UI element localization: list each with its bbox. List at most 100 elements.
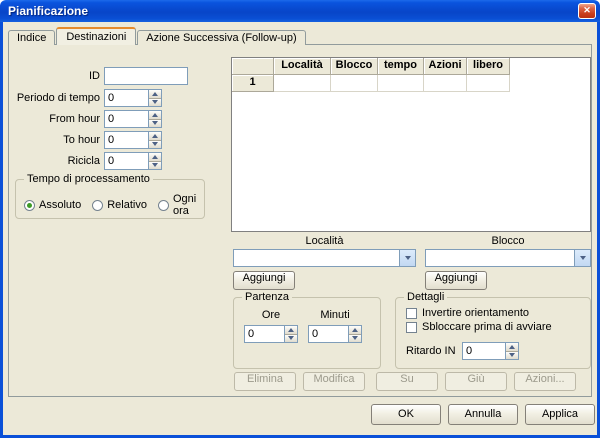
azioni-button[interactable]: Azioni... <box>514 372 576 391</box>
spin-up-button[interactable] <box>506 343 518 352</box>
periodo-di-tempo-label: Periodo di tempo <box>15 89 100 107</box>
arrow-down-icon <box>288 336 294 340</box>
spin-up-button[interactable] <box>149 90 161 99</box>
window-title: Pianificazione <box>0 4 88 18</box>
ricicla-label: Ricicla <box>15 152 100 170</box>
giu-button[interactable]: Giù <box>445 372 507 391</box>
tab-azione-successiva[interactable]: Azione Successiva (Follow-up) <box>137 30 305 45</box>
arrow-down-icon <box>152 100 158 104</box>
tempo-di-processamento-group: Tempo di processamento Assoluto Relativo <box>15 179 205 219</box>
cell-azioni[interactable] <box>424 75 467 92</box>
from-hour-input[interactable] <box>104 110 148 128</box>
sbloccare-prima-label: Sbloccare prima di avviare <box>422 321 552 333</box>
grid-corner-cell <box>232 58 274 75</box>
periodo-di-tempo-input[interactable] <box>104 89 148 107</box>
radio-ogni-ora-label: Ogni ora <box>173 193 196 217</box>
to-hour-input[interactable] <box>104 131 148 149</box>
spin-down-button[interactable] <box>149 141 161 149</box>
from-hour-label: From hour <box>15 110 100 128</box>
spin-up-button[interactable] <box>149 111 161 120</box>
ore-spinner <box>244 325 298 343</box>
blocco-picker-label: Blocco <box>425 235 591 248</box>
dialog-frame: Indice Destinazioni Azione Successiva (F… <box>0 22 600 438</box>
arrow-down-icon <box>352 336 358 340</box>
titlebar[interactable]: Pianificazione ✕ <box>0 0 600 22</box>
dropdown-button[interactable] <box>399 250 415 266</box>
invertire-orientamento-checkbox[interactable]: Invertire orientamento <box>406 307 529 319</box>
table-row[interactable]: 1 <box>232 75 590 92</box>
applica-button[interactable]: Applica <box>525 404 595 425</box>
arrow-up-icon <box>288 328 294 332</box>
ore-input[interactable] <box>244 325 284 343</box>
id-input[interactable] <box>104 67 188 85</box>
id-label: ID <box>15 67 100 85</box>
dialog-pianificazione: Pianificazione ✕ Indice Destinazioni Azi… <box>0 0 600 438</box>
ore-label: Ore <box>244 308 298 322</box>
spin-up-button[interactable] <box>149 132 161 141</box>
spin-down-button[interactable] <box>285 335 297 343</box>
close-icon: ✕ <box>583 5 591 15</box>
dropdown-button[interactable] <box>574 250 590 266</box>
ricicla-input[interactable] <box>104 152 148 170</box>
chevron-down-icon <box>405 256 411 260</box>
cell-libero[interactable] <box>467 75 510 92</box>
destinations-grid[interactable]: Località Blocco tempo Azioni libero 1 <box>231 57 591 232</box>
elimina-button[interactable]: Elimina <box>234 372 296 391</box>
checkbox-icon <box>406 308 417 319</box>
spin-down-button[interactable] <box>149 162 161 170</box>
grid-col-blocco[interactable]: Blocco <box>331 58 378 75</box>
spin-up-button[interactable] <box>285 326 297 335</box>
checkbox-icon <box>406 322 417 333</box>
arrow-up-icon <box>152 92 158 96</box>
partenza-group: Partenza Ore Minuti <box>233 297 381 369</box>
arrow-down-icon <box>152 121 158 125</box>
ok-button[interactable]: OK <box>371 404 441 425</box>
radio-assoluto[interactable]: Assoluto <box>24 199 81 211</box>
ritardo-in-label: Ritardo IN <box>406 342 458 360</box>
modifica-button[interactable]: Modifica <box>303 372 365 391</box>
spin-up-button[interactable] <box>149 153 161 162</box>
sbloccare-prima-checkbox[interactable]: Sbloccare prima di avviare <box>406 321 552 333</box>
aggiungi-localita-button[interactable]: Aggiungi <box>233 271 295 290</box>
minuti-spinner <box>308 325 362 343</box>
arrow-up-icon <box>352 328 358 332</box>
from-hour-spinner <box>104 110 162 128</box>
grid-header: Località Blocco tempo Azioni libero <box>232 58 590 75</box>
cell-localita[interactable] <box>274 75 331 92</box>
grid-col-tempo[interactable]: tempo <box>378 58 424 75</box>
cell-tempo[interactable] <box>378 75 424 92</box>
spin-up-button[interactable] <box>349 326 361 335</box>
ritardo-in-input[interactable] <box>462 342 505 360</box>
blocco-dropdown[interactable] <box>425 249 591 267</box>
grid-col-azioni[interactable]: Azioni <box>424 58 467 75</box>
spin-down-button[interactable] <box>506 352 518 360</box>
close-button[interactable]: ✕ <box>578 3 596 19</box>
tempo-di-processamento-title: Tempo di processamento <box>24 172 153 186</box>
tab-destinazioni[interactable]: Destinazioni <box>56 27 136 45</box>
minuti-label: Minuti <box>308 308 362 322</box>
radio-ogni-ora[interactable]: Ogni ora <box>158 193 196 217</box>
grid-col-localita[interactable]: Località <box>274 58 331 75</box>
radio-relativo[interactable]: Relativo <box>92 199 147 211</box>
to-hour-label: To hour <box>15 131 100 149</box>
grid-col-libero[interactable]: libero <box>467 58 510 75</box>
dettagli-group: Dettagli Invertire orientamento Sbloccar… <box>395 297 591 369</box>
row-number[interactable]: 1 <box>232 75 274 92</box>
localita-dropdown[interactable] <box>233 249 416 267</box>
aggiungi-blocco-button[interactable]: Aggiungi <box>425 271 487 290</box>
arrow-up-icon <box>152 155 158 159</box>
blocco-dropdown-value <box>426 250 574 266</box>
periodo-di-tempo-spinner <box>104 89 162 107</box>
arrow-up-icon <box>152 113 158 117</box>
spin-down-button[interactable] <box>149 120 161 128</box>
su-button[interactable]: Su <box>376 372 438 391</box>
minuti-input[interactable] <box>308 325 348 343</box>
dettagli-title: Dettagli <box>404 290 447 304</box>
spin-down-button[interactable] <box>349 335 361 343</box>
cell-blocco[interactable] <box>331 75 378 92</box>
annulla-button[interactable]: Annulla <box>448 404 518 425</box>
radio-button-icon <box>158 200 169 211</box>
spin-down-button[interactable] <box>149 99 161 107</box>
partenza-title: Partenza <box>242 290 292 304</box>
tab-indice[interactable]: Indice <box>8 30 55 45</box>
